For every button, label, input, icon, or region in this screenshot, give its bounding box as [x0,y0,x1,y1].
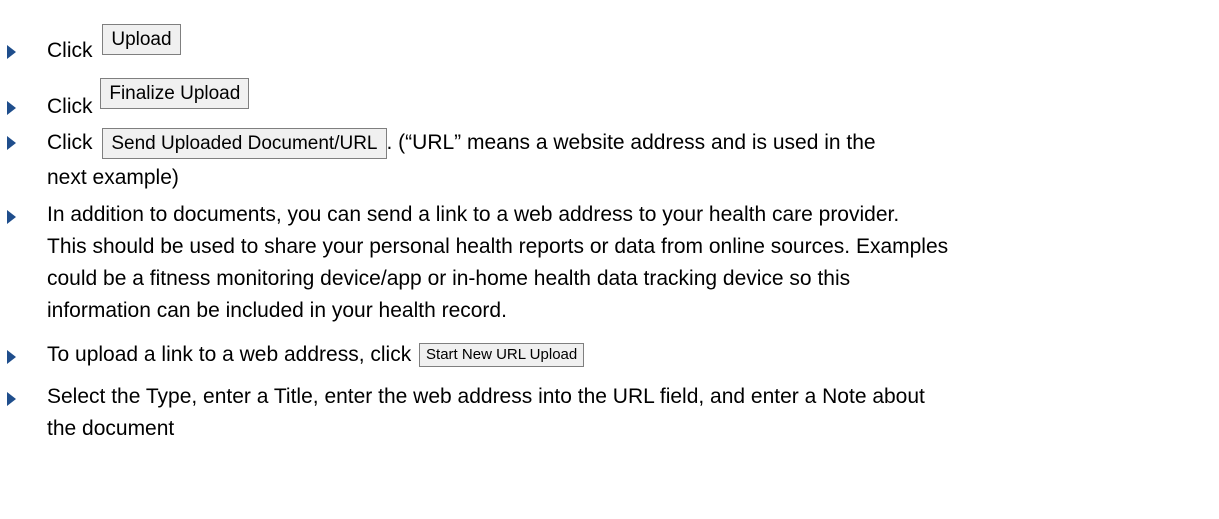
instruction-list: Click Upload Click Finalize Upload Click… [0,0,1219,519]
send-uploaded-document-url-button[interactable]: Send Uploaded Document/URL [102,127,387,159]
url-explanation-continuation: next example) [47,166,179,189]
bullet-arrow-icon [7,101,16,115]
click-text: Click [47,95,93,118]
upload-link-text: To upload a link to a web address, click [47,343,412,366]
click-text: Click [47,131,93,154]
url-explanation-text: . (“URL” means a website address and is … [386,131,876,154]
paragraph-line: In addition to documents, you can send a… [47,203,900,226]
upload-button[interactable]: Upload [102,23,181,55]
finalize-upload-button[interactable]: Finalize Upload [100,77,250,109]
bullet-arrow-icon [7,210,16,224]
paragraph-line: information can be included in your heal… [47,299,507,322]
paragraph-line: the document [47,417,175,440]
bullet-arrow-icon [7,392,16,406]
click-text: Click [47,39,93,62]
start-new-url-upload-button[interactable]: Start New URL Upload [419,343,585,368]
bullet-arrow-icon [7,45,16,59]
paragraph-line: Select the Type, enter a Title, enter th… [47,385,925,408]
bullet-arrow-icon [7,136,16,150]
paragraph-line: This should be used to share your person… [47,235,949,258]
paragraph-line: could be a fitness monitoring device/app… [47,267,851,290]
bullet-arrow-icon [7,350,16,364]
